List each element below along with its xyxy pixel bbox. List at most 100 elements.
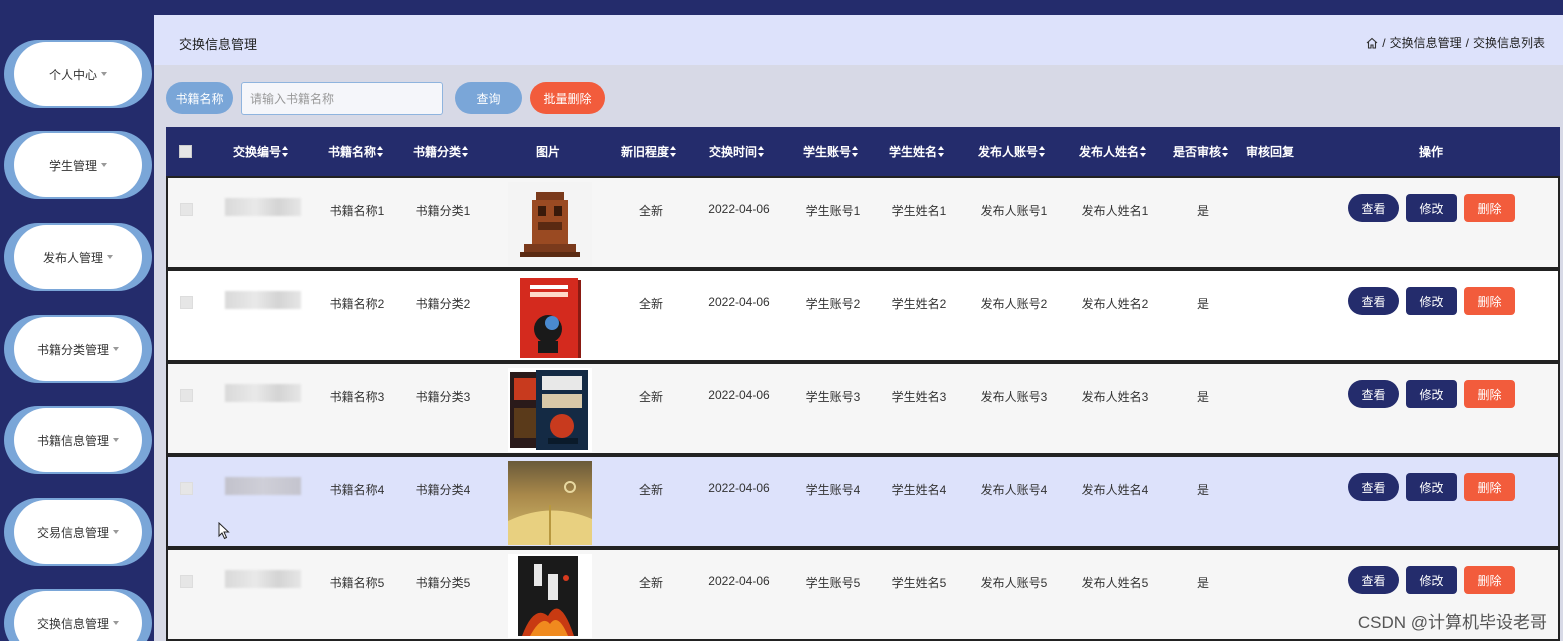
row-checkbox[interactable]: [180, 482, 193, 495]
cell-book-category: 书籍分类1: [415, 204, 471, 218]
cell-book-name: 书籍名称5: [329, 576, 385, 590]
sort-icon[interactable]: [1039, 146, 1046, 157]
book-image: [508, 368, 592, 452]
page-title: 交换信息管理: [179, 37, 258, 52]
sidebar-item-personal-center[interactable]: 个人中心: [4, 40, 152, 108]
exchange-table: 交换编号 书籍名称 书籍分类 图片 新旧程度 交换时间 学生账号 学生姓名 发布…: [166, 127, 1560, 641]
cell-student-account: 学生账号1: [805, 204, 861, 218]
column-header-actions: 操作: [1418, 145, 1443, 159]
home-icon[interactable]: [1366, 37, 1378, 49]
cell-student-name: 学生姓名5: [891, 576, 947, 590]
edit-button[interactable]: 修改: [1406, 287, 1457, 315]
column-header-publisher-account[interactable]: 发布人账号: [966, 127, 1058, 176]
sort-icon[interactable]: [462, 146, 469, 157]
delete-button[interactable]: 删除: [1464, 566, 1515, 594]
sidebar-item-book-category-management[interactable]: 书籍分类管理: [4, 315, 152, 383]
edit-button[interactable]: 修改: [1406, 473, 1457, 501]
cell-condition: 全新: [638, 204, 664, 218]
column-header-book-category[interactable]: 书籍分类: [401, 127, 481, 176]
cell-book-name: 书籍名称4: [329, 483, 385, 497]
sidebar-item-student-management[interactable]: 学生管理: [4, 131, 152, 199]
sort-icon[interactable]: [852, 146, 859, 157]
cell-publisher-name: 发布人姓名1: [1081, 204, 1149, 218]
cell-book-category: 书籍分类2: [415, 297, 471, 311]
row-checkbox[interactable]: [180, 296, 193, 309]
cell-publisher-name: 发布人姓名4: [1081, 483, 1149, 497]
cell-book-category: 书籍分类5: [415, 576, 471, 590]
book-image: [508, 554, 592, 638]
cell-student-account: 学生账号2: [805, 297, 861, 311]
sidebar-item-label: 交换信息管理: [36, 616, 109, 631]
query-button[interactable]: 查询: [455, 82, 522, 114]
cell-publisher-name: 发布人姓名5: [1081, 576, 1149, 590]
table-row[interactable]: 书籍名称1 书籍分类1 全新 2022-04-06 学生账号1 学生姓名1 发布…: [166, 176, 1560, 269]
table-row[interactable]: 书籍名称3 书籍分类3 全新 2022-04-06 学生账号3 学生姓名3 发布…: [166, 362, 1560, 455]
sort-icon[interactable]: [377, 146, 384, 157]
delete-button[interactable]: 删除: [1464, 380, 1515, 408]
cell-reviewed: 是: [1196, 297, 1210, 311]
mouse-cursor-icon: [218, 522, 230, 540]
delete-button[interactable]: 删除: [1464, 473, 1515, 501]
sidebar-item-label: 交易信息管理: [36, 525, 109, 540]
sort-icon[interactable]: [1140, 146, 1147, 157]
chevron-down-icon: [101, 163, 107, 167]
batch-delete-button[interactable]: 批量删除: [530, 82, 605, 114]
edit-button[interactable]: 修改: [1406, 380, 1457, 408]
view-button[interactable]: 查看: [1348, 566, 1399, 594]
table-row[interactable]: 书籍名称2 书籍分类2 全新 2022-04-06 学生账号2 学生姓名2 发布…: [166, 269, 1560, 362]
table-row[interactable]: 书籍名称4 书籍分类4 全新 2022-04-06 学生账号4 学生姓名4 发布…: [166, 455, 1560, 548]
cell-exchange-time: 2022-04-06: [708, 202, 770, 216]
exchange-id-redacted: [225, 570, 301, 588]
delete-button[interactable]: 删除: [1464, 194, 1515, 222]
column-header-book-name[interactable]: 书籍名称: [316, 127, 396, 176]
cell-student-name: 学生姓名2: [891, 297, 947, 311]
sidebar-item-publisher-management[interactable]: 发布人管理: [4, 223, 152, 291]
watermark: CSDN @计算机毕设老哥: [1357, 613, 1547, 632]
view-button[interactable]: 查看: [1348, 287, 1399, 315]
sidebar-item-label: 书籍分类管理: [36, 342, 109, 357]
breadcrumb-item: 交换信息列表: [1472, 36, 1545, 50]
view-button[interactable]: 查看: [1348, 380, 1399, 408]
sidebar-item-book-info-management[interactable]: 书籍信息管理: [4, 406, 152, 474]
breadcrumb-item[interactable]: 交换信息管理: [1390, 34, 1462, 51]
main-content: 交换信息管理 / 交换信息管理 / 交换信息列表 书籍名称 查询 批量删除 交换…: [154, 15, 1563, 641]
row-checkbox[interactable]: [180, 389, 193, 402]
sort-icon[interactable]: [938, 146, 945, 157]
row-checkbox[interactable]: [180, 203, 193, 216]
column-header-image: 图片: [535, 145, 560, 159]
cell-publisher-account: 发布人账号4: [980, 483, 1048, 497]
cell-exchange-time: 2022-04-06: [708, 481, 770, 495]
sort-icon[interactable]: [282, 146, 289, 157]
cell-student-name: 学生姓名4: [891, 483, 947, 497]
sort-icon[interactable]: [1222, 146, 1229, 157]
search-input[interactable]: [241, 82, 443, 115]
column-header-exchange-id[interactable]: 交换编号: [221, 127, 301, 176]
row-checkbox[interactable]: [180, 575, 193, 588]
column-header-publisher-name[interactable]: 发布人姓名: [1067, 127, 1159, 176]
column-header-exchange-time[interactable]: 交换时间: [697, 127, 777, 176]
table-row[interactable]: 书籍名称5 书籍分类5 全新 2022-04-06 学生账号5 学生姓名5 发布…: [166, 548, 1560, 641]
view-button[interactable]: 查看: [1348, 194, 1399, 222]
column-header-student-name[interactable]: 学生姓名: [877, 127, 957, 176]
cell-publisher-account: 发布人账号5: [980, 576, 1048, 590]
column-header-condition[interactable]: 新旧程度: [609, 127, 689, 176]
sidebar-item-trade-info-management[interactable]: 交易信息管理: [4, 498, 152, 566]
sidebar-item-exchange-info-management[interactable]: 交换信息管理: [4, 589, 152, 641]
column-header-reviewed[interactable]: 是否审核: [1161, 127, 1241, 176]
delete-button[interactable]: 删除: [1464, 287, 1515, 315]
cell-condition: 全新: [638, 576, 664, 590]
chevron-down-icon: [113, 438, 119, 442]
select-all-checkbox[interactable]: [179, 145, 192, 158]
sidebar-item-label: 学生管理: [48, 158, 97, 173]
column-header-student-account[interactable]: 学生账号: [791, 127, 871, 176]
cell-student-name: 学生姓名1: [891, 204, 947, 218]
sort-icon[interactable]: [670, 146, 677, 157]
view-button[interactable]: 查看: [1348, 473, 1399, 501]
edit-button[interactable]: 修改: [1406, 194, 1457, 222]
edit-button[interactable]: 修改: [1406, 566, 1457, 594]
search-label: 书籍名称: [166, 82, 233, 114]
cell-exchange-time: 2022-04-06: [708, 295, 770, 309]
column-header-review-reply: 审核回复: [1245, 145, 1294, 159]
sort-icon[interactable]: [758, 146, 765, 157]
top-bar: [0, 0, 1563, 15]
